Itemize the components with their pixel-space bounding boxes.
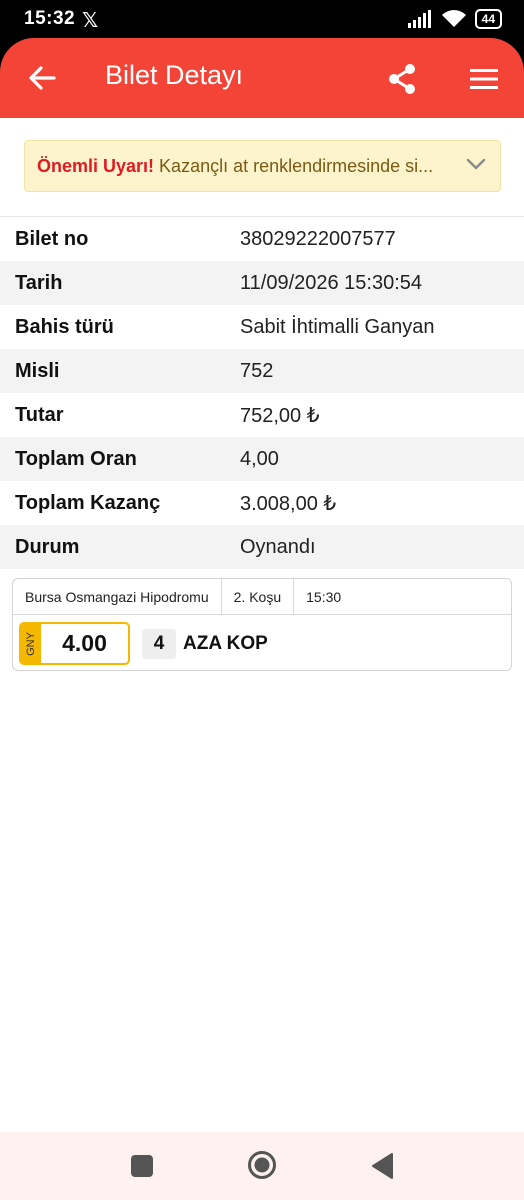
back-triangle-icon[interactable] [370,1152,394,1180]
arrow-left-icon [29,66,56,90]
race-venue: Bursa Osmangazi Hipodromu [13,579,222,614]
odds-value: 4.00 [62,630,107,656]
detail-label: Durum [15,535,80,558]
signal-icon [407,10,431,28]
page-title: Bilet Detayı [105,60,244,90]
share-button[interactable] [380,58,424,100]
detail-label: Misli [15,359,60,382]
horse-name: AZA KOP [183,633,268,654]
detail-value: Oynandı [240,535,316,558]
detail-label: Bilet no [15,227,89,250]
warning-message: Önemli Uyarı! Kazançlı at renklendirmesi… [37,156,447,177]
wifi-icon [441,10,466,27]
detail-value: Sabit İhtimalli Ganyan [240,315,435,338]
home-icon[interactable] [247,1150,277,1180]
race-selection: GNY 4.00 4 AZA KOP [13,615,511,671]
chevron-down-icon[interactable] [466,157,486,171]
detail-label: Toplam Oran [15,447,137,470]
odds-badge: GNY 4.00 [19,622,130,665]
detail-row-bet-type: Bahis türü Sabit İhtimalli Ganyan [0,305,524,349]
status-indicators: 44 [407,9,502,29]
detail-row-total-odds: Toplam Oran 4,00 [0,437,524,481]
race-info-header: Bursa Osmangazi Hipodromu 2. Koşu 15:30 [13,579,511,615]
ticket-detail-table: Bilet no 38029222007577 Tarih 11/09/2026… [0,217,524,569]
warning-banner[interactable]: Önemli Uyarı! Kazançlı at renklendirmesi… [24,140,501,192]
status-time: 15:32 [24,8,76,29]
race-time: 15:30 [306,588,342,605]
app-header: Bilet Detayı [0,38,524,118]
hamburger-menu-icon [470,69,498,89]
detail-row-multiplier: Misli 752 [0,349,524,393]
detail-value: 752 [240,359,274,382]
ticket-detail-content: Önemli Uyarı! Kazançlı at renklendirmesi… [0,118,524,1132]
detail-value: 38029222007577 [240,227,396,250]
detail-value: 11/09/2026 15:30:54 [240,271,423,294]
menu-button[interactable] [462,58,506,100]
detail-row-total-winnings: Toplam Kazanç 3.008,00 ₺ [0,481,524,525]
share-icon [389,64,415,94]
detail-row-status: Durum Oynandı [0,525,524,569]
detail-value: 752,00 ₺ [240,404,320,427]
detail-label: Bahis türü [15,315,114,338]
detail-value: 4,00 [240,447,279,470]
back-button[interactable] [22,58,62,98]
detail-label: Toplam Kazanç [15,491,161,514]
race-selection-card: Bursa Osmangazi Hipodromu 2. Koşu 15:30 … [12,578,512,671]
detail-row-ticket-no: Bilet no 38029222007577 [0,217,524,261]
recent-apps-icon[interactable] [131,1155,153,1177]
detail-label: Tarih [15,271,63,294]
detail-row-amount: Tutar 752,00 ₺ [0,393,524,437]
status-bar: 15:32 𝕏 44 [0,0,524,40]
detail-label: Tutar [15,403,64,426]
battery-indicator: 44 [474,9,502,29]
warning-body: Kazançlı at renklendirmesinde si... [154,155,434,176]
detail-row-date: Tarih 11/09/2026 15:30:54 [0,261,524,305]
bet-type-label: GNY [25,631,37,656]
system-nav-bar [0,1132,524,1200]
bet-type-tag: GNY [21,624,41,663]
warning-title: Önemli Uyarı! [37,155,155,176]
horse-number: 4 [142,629,176,659]
x-logo-icon: 𝕏 [82,10,99,32]
detail-value: 3.008,00 ₺ [240,492,337,515]
race-number: 2. Koşu [222,579,295,614]
